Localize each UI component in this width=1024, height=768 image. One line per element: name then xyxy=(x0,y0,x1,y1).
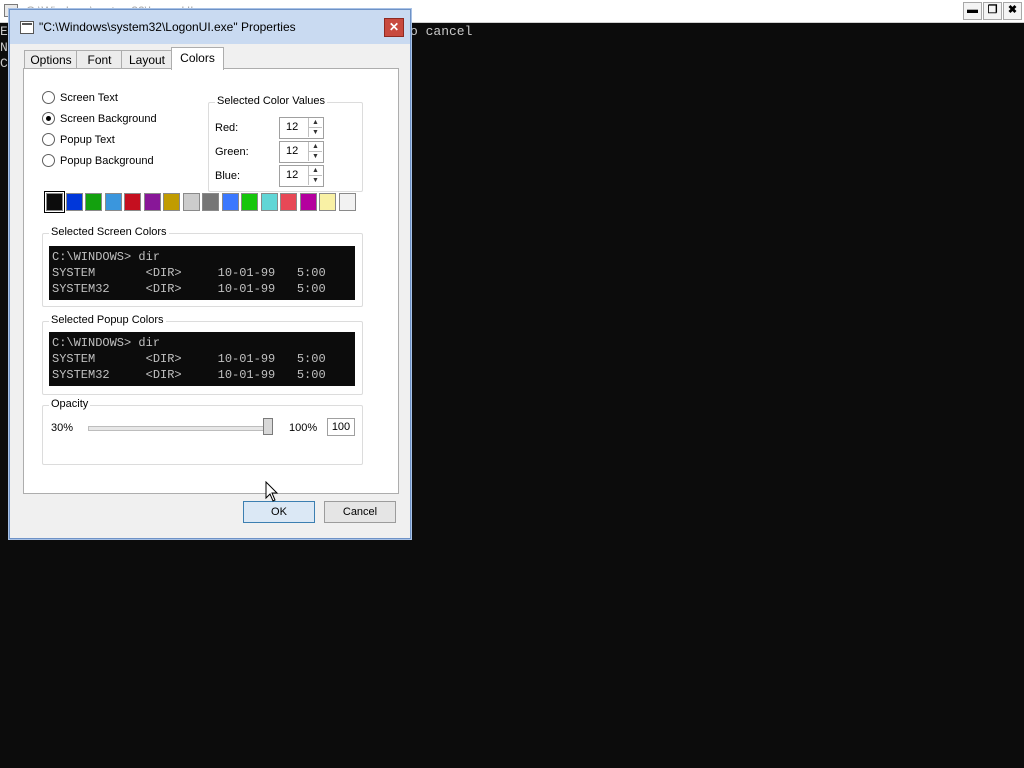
properties-dialog: "C:\Windows\system32\LogonUI.exe" Proper… xyxy=(9,9,411,539)
color-swatch[interactable] xyxy=(221,193,239,211)
dialog-titlebar[interactable]: "C:\Windows\system32\LogonUI.exe" Proper… xyxy=(10,10,410,44)
red-label: Red: xyxy=(215,122,239,134)
group-label: Opacity xyxy=(49,398,91,410)
opacity-group: Opacity 30% 100% 100 xyxy=(42,398,363,465)
color-swatch[interactable] xyxy=(338,193,356,211)
color-swatch[interactable] xyxy=(260,193,278,211)
spin-down-icon[interactable]: ▼ xyxy=(308,176,322,185)
color-swatch[interactable] xyxy=(299,193,317,211)
color-swatch[interactable] xyxy=(65,193,83,211)
color-swatch[interactable] xyxy=(202,193,219,211)
screen-colors-preview: C:\WINDOWS> dir SYSTEM <DIR> 10-01-99 5:… xyxy=(49,246,355,300)
group-label: Selected Screen Colors xyxy=(49,226,169,238)
restore-button[interactable]: ❐ xyxy=(983,2,1002,20)
opacity-slider-thumb[interactable] xyxy=(263,418,273,435)
colors-panel: Screen Text Screen Background Popup Text… xyxy=(23,68,399,494)
blue-value[interactable]: 12 xyxy=(286,169,298,181)
opacity-value[interactable]: 100 xyxy=(327,418,355,436)
red-spinner[interactable]: 12 ▲ ▼ xyxy=(279,117,324,139)
dialog-close-button[interactable]: ✕ xyxy=(384,18,404,37)
screen-colors-group: Selected Screen Colors C:\WINDOWS> dir S… xyxy=(42,226,363,307)
console-close-button[interactable]: ✖ xyxy=(1003,2,1022,20)
green-spinner[interactable]: 12 ▲ ▼ xyxy=(279,141,324,163)
tab-colors[interactable]: Colors xyxy=(171,47,224,70)
opacity-min-label: 30% xyxy=(51,422,74,434)
green-label: Green: xyxy=(215,146,249,158)
tab-options[interactable]: Options xyxy=(24,50,78,69)
radio-label: Screen Background xyxy=(60,113,157,125)
red-value[interactable]: 12 xyxy=(286,121,298,133)
radio-label: Popup Text xyxy=(60,134,115,146)
console-output-right: o cancel xyxy=(410,24,473,39)
color-swatch[interactable] xyxy=(143,193,161,211)
radio-popup-text[interactable]: Popup Text xyxy=(42,132,115,149)
group-label: Selected Color Values xyxy=(215,95,328,107)
group-label: Selected Popup Colors xyxy=(49,314,166,326)
color-swatch[interactable] xyxy=(319,193,336,211)
green-value[interactable]: 12 xyxy=(286,145,298,157)
tab-font[interactable]: Font xyxy=(76,50,123,69)
radio-button-checked[interactable] xyxy=(42,111,55,125)
radio-label: Popup Background xyxy=(60,155,154,167)
color-swatch[interactable] xyxy=(44,191,65,213)
radio-screen-background[interactable]: Screen Background xyxy=(42,111,157,128)
radio-button[interactable] xyxy=(42,132,55,146)
popup-colors-preview: C:\WINDOWS> dir SYSTEM <DIR> 10-01-99 5:… xyxy=(49,332,355,386)
blue-label: Blue: xyxy=(215,170,241,182)
color-swatch[interactable] xyxy=(124,193,141,211)
color-swatch[interactable] xyxy=(85,193,102,211)
color-values-group: Selected Color Values Red: 12 ▲ ▼ Green:… xyxy=(208,95,363,192)
radio-label: Screen Text xyxy=(60,92,118,104)
radio-screen-text[interactable]: Screen Text xyxy=(42,90,118,107)
ok-button[interactable]: OK xyxy=(243,501,315,523)
popup-colors-group: Selected Popup Colors C:\WINDOWS> dir SY… xyxy=(42,314,363,395)
opacity-max-label: 100% xyxy=(289,422,318,434)
color-swatch[interactable] xyxy=(104,193,122,211)
spin-up-icon[interactable]: ▲ xyxy=(308,118,322,128)
mouse-pointer-icon xyxy=(265,481,279,502)
color-swatch[interactable] xyxy=(241,193,258,211)
radio-button[interactable] xyxy=(42,153,55,167)
spin-up-icon[interactable]: ▲ xyxy=(308,166,322,176)
dialog-title: "C:\Windows\system32\LogonUI.exe" Proper… xyxy=(39,20,296,34)
color-swatch[interactable] xyxy=(280,193,297,211)
color-swatch[interactable] xyxy=(163,193,180,211)
color-swatch[interactable] xyxy=(182,193,200,211)
spin-up-icon[interactable]: ▲ xyxy=(308,142,322,152)
tab-layout[interactable]: Layout xyxy=(121,50,173,69)
opacity-slider-track[interactable] xyxy=(88,426,272,431)
cancel-button[interactable]: Cancel xyxy=(324,501,396,523)
radio-button[interactable] xyxy=(42,90,55,104)
console-output-left: E N C xyxy=(0,24,8,71)
spin-down-icon[interactable]: ▼ xyxy=(308,152,322,161)
console-window-icon xyxy=(20,21,34,34)
minimize-button[interactable]: ▬ xyxy=(963,2,982,20)
blue-spinner[interactable]: 12 ▲ ▼ xyxy=(279,165,324,187)
spin-down-icon[interactable]: ▼ xyxy=(308,128,322,137)
radio-popup-background[interactable]: Popup Background xyxy=(42,153,154,170)
